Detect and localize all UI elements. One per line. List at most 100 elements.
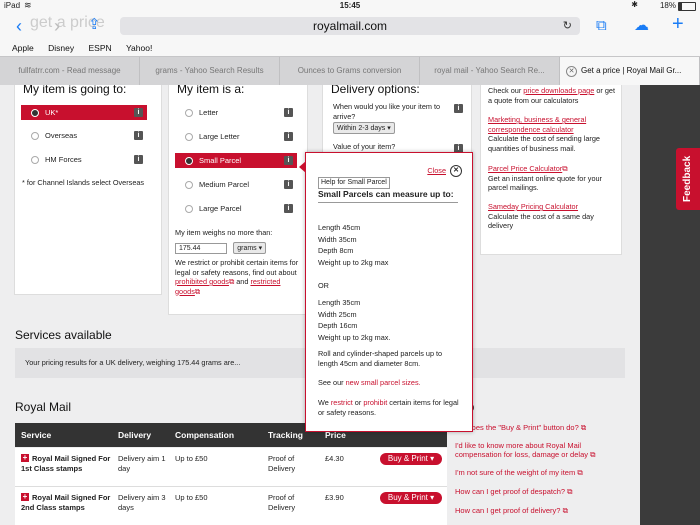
info-icon[interactable]: i [284, 204, 293, 213]
option-large-parcel[interactable]: Large Parcel i [175, 201, 297, 216]
button-label: Buy & Print [387, 454, 428, 463]
weight-row: 175.44 grams ▾ [175, 242, 267, 254]
close-tab-icon[interactable]: ✕ [566, 66, 577, 77]
info-icon[interactable]: i [284, 108, 293, 117]
price-cell: £4.30 [325, 454, 344, 463]
reload-icon[interactable]: ↻ [563, 17, 572, 35]
info-icon[interactable]: i [284, 132, 293, 141]
marketing-calculator-link[interactable]: Marketing, business & general correspond… [488, 115, 586, 134]
forward-icon[interactable]: › [54, 12, 60, 40]
option-uk[interactable]: UK* i [21, 105, 147, 120]
parcel-calc: Parcel Price Calculator⧉ Get an instant … [488, 164, 616, 193]
option-small-parcel[interactable]: Small Parcel i [175, 153, 297, 168]
tab-ounces-grams[interactable]: Ounces to Grams conversion [280, 57, 420, 85]
close-icon[interactable]: ✕ [450, 165, 462, 177]
help-label-box: Help for Small Parcel [318, 177, 390, 189]
tracking-cell: Proof of Delivery [268, 493, 296, 512]
option-overseas[interactable]: Overseas i [21, 128, 147, 143]
battery-percent: 18% [659, 1, 676, 10]
restrict-link[interactable]: restrict [331, 398, 353, 407]
sameday-calculator-link[interactable]: Sameday Pricing Calculator [488, 202, 578, 211]
bookmark-apple[interactable]: Apple [12, 43, 34, 53]
info-icon[interactable]: i [284, 180, 293, 189]
share-icon[interactable]: ⇪ [88, 11, 101, 39]
bookmark-disney[interactable]: Disney [48, 43, 74, 53]
header-tracking: Tracking [268, 430, 303, 440]
price-downloads-link[interactable]: price downloads page [523, 86, 594, 95]
and-text: and [236, 277, 249, 286]
bookmarks-icon[interactable]: ⧉ [596, 12, 607, 40]
bookmark-espn[interactable]: ESPN [88, 43, 111, 53]
dim-line: Width 35cm [318, 234, 357, 244]
prohibited-goods-link[interactable]: prohibited goods [175, 277, 229, 286]
delivery-cell: Delivery aim 3 days [118, 493, 166, 512]
radio-icon [31, 109, 39, 118]
help-link-buy-print[interactable]: hat does the "Buy & Print" button do? ⧉ [455, 423, 635, 433]
results-text: Your pricing results for a UK delivery, … [25, 358, 241, 367]
external-link-icon: ⧉ [562, 164, 568, 173]
info-icon[interactable]: i [134, 108, 143, 117]
dim-line: Depth 16cm [318, 321, 358, 330]
link-text: How can I get proof of despatch? [455, 487, 566, 496]
radio-icon [31, 156, 39, 165]
unit-label: grams [237, 245, 257, 252]
buy-print-button[interactable]: Buy & Print ▾ [380, 492, 442, 504]
weight-unit-select[interactable]: grams ▾ [233, 242, 267, 254]
price-cell: £3.90 [325, 493, 344, 502]
option-large-letter[interactable]: Large Letter i [175, 129, 297, 144]
table-row: + Royal Mail Signed For 1st Class stamps … [15, 448, 447, 487]
tracking-cell: Proof of Delivery [268, 454, 296, 473]
option-label: Large Letter [199, 132, 240, 141]
option-label: HM Forces [45, 155, 82, 164]
we-text: We [318, 398, 329, 407]
buy-print-button[interactable]: Buy & Print ▾ [380, 453, 442, 465]
link-text: I'd like to know more about Royal Mail c… [455, 441, 588, 459]
prohibit-link[interactable]: prohibit [363, 398, 387, 407]
help-link-compensation[interactable]: I'd like to know more about Royal Mail c… [455, 441, 620, 460]
cloud-tabs-icon[interactable]: ☁ [634, 12, 649, 40]
info-icon[interactable]: i [134, 131, 143, 140]
tab-bar: fullfatrr.com - Read message grams - Yah… [0, 56, 700, 86]
expand-icon[interactable]: + [21, 493, 29, 501]
expand-icon[interactable]: + [21, 454, 29, 462]
tab-fullfatrr[interactable]: fullfatrr.com - Read message [0, 57, 140, 85]
info-icon[interactable]: i [454, 104, 463, 113]
url-bar[interactable]: royalmail.com ↻ [120, 17, 580, 35]
parcel-calculator-link[interactable]: Parcel Price Calculator [488, 164, 562, 173]
chevron-down-icon: ▾ [387, 125, 391, 132]
chevron-down-icon: ▾ [430, 454, 435, 463]
help-link-weight[interactable]: I'm not sure of the weight of my item ⧉ [455, 468, 635, 478]
when-select[interactable]: Within 2-3 days ▾ [333, 122, 395, 134]
marketing-calc: Marketing, business & general correspond… [488, 115, 616, 153]
help-link-despatch[interactable]: How can I get proof of despatch? ⧉ [455, 487, 635, 497]
radio-icon [185, 157, 193, 166]
sameday-calc: Sameday Pricing Calculator Calculate the… [488, 202, 616, 231]
feedback-tab[interactable]: Feedback [676, 148, 700, 210]
roll-text: Roll and cylinder-shaped parcels up to l… [318, 349, 443, 368]
option-hm-forces[interactable]: HM Forces i [21, 152, 147, 167]
channel-islands-note: * for Channel Islands select Overseas [22, 178, 145, 187]
back-icon[interactable]: ‹ [16, 12, 22, 40]
bookmark-yahoo[interactable]: Yahoo! [126, 43, 152, 53]
going-to-title: My item is going to: [23, 85, 127, 96]
marketing-desc: Calculate the cost of sending large quan… [488, 134, 600, 153]
tab-grams-search[interactable]: grams - Yahoo Search Results [140, 57, 280, 85]
info-icon[interactable]: i [134, 155, 143, 164]
info-icon[interactable]: i [284, 156, 293, 165]
new-tab-icon[interactable]: + [672, 10, 684, 38]
option-label: Letter [199, 108, 219, 117]
value-label: Value of your item? [333, 142, 396, 151]
tab-royal-mail-search[interactable]: royal mail - Yahoo Search Re... [420, 57, 560, 85]
help-link-delivery[interactable]: How can I get proof of delivery? ⧉ [455, 506, 635, 516]
weight-label: My item weighs no more than: [175, 228, 273, 237]
or-word: or [354, 398, 362, 407]
option-medium-parcel[interactable]: Medium Parcel i [175, 177, 297, 192]
header-service: Service [21, 430, 52, 440]
option-letter[interactable]: Letter i [175, 105, 297, 120]
external-link-icon: ⧉ [567, 487, 573, 496]
popup-close-link[interactable]: Close [427, 166, 446, 176]
tab-get-a-price[interactable]: ✕ Get a price | Royal Mail Gr... [560, 57, 700, 85]
small-parcel-sizes-link[interactable]: new small parcel sizes. [346, 378, 421, 387]
weight-input[interactable]: 175.44 [175, 243, 227, 254]
dims-group-2: Length 35cm Width 25cm Depth 16cm Weight… [318, 298, 390, 342]
